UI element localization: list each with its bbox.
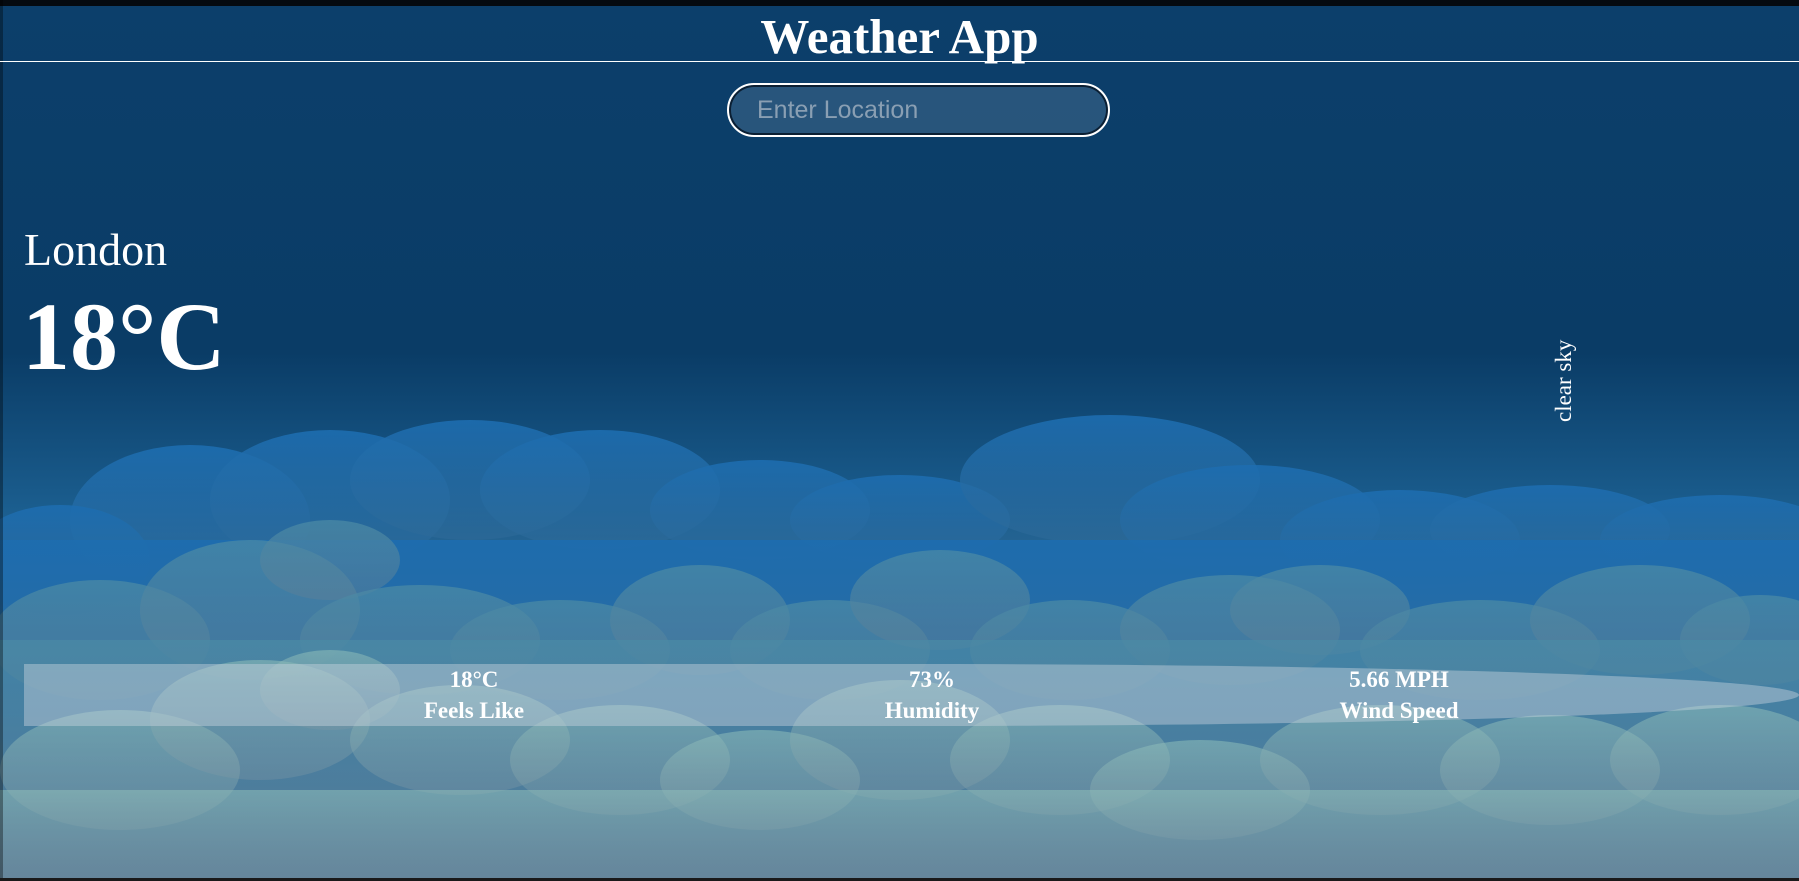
feels-like-value: 18°C <box>449 667 499 692</box>
location-search-input[interactable] <box>727 83 1110 137</box>
humidity-stat: 73% Humidity <box>782 664 1082 726</box>
window-left-edge <box>0 0 3 881</box>
app-title: Weather App <box>760 9 1039 64</box>
humidity-value: 73% <box>909 667 955 692</box>
current-temperature: 18°C <box>22 283 226 390</box>
app-header: Weather App <box>0 6 1799 64</box>
weather-stats-bar: 18°C Feels Like 73% Humidity 5.66 MPH Wi… <box>24 664 1799 726</box>
feels-like-label: Feels Like <box>423 698 525 723</box>
feels-like-stat: 18°C Feels Like <box>324 664 624 726</box>
humidity-label: Humidity <box>884 698 980 723</box>
location-name: London <box>24 224 168 275</box>
wind-speed-label: Wind Speed <box>1339 698 1459 723</box>
search-container <box>727 83 1110 137</box>
weather-description: clear sky <box>1551 339 1576 422</box>
wind-speed-value: 5.66 MPH <box>1349 667 1449 692</box>
wind-speed-stat: 5.66 MPH Wind Speed <box>1249 664 1549 726</box>
app-viewport: Weather App London 18°C clear sky 18°C F… <box>0 0 1799 881</box>
